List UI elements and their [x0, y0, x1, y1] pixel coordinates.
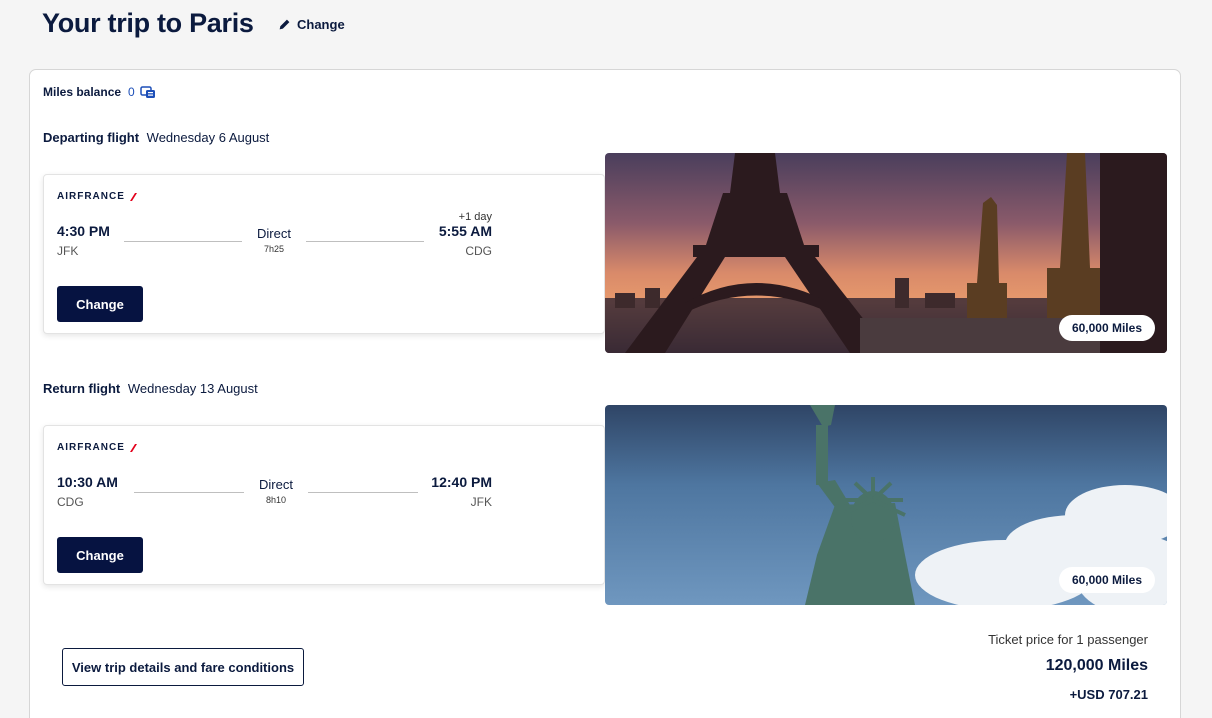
return-flight-title: Return flight: [43, 381, 121, 396]
flight-duration: 8h10: [265, 495, 287, 505]
route-line-right: [308, 492, 418, 493]
change-trip-label: Change: [297, 17, 345, 32]
arrival-airport: JFK: [470, 495, 492, 509]
airline-name: AIRFRANCE: [57, 442, 125, 453]
total-usd: +USD 707.21: [1069, 687, 1148, 702]
airline-name: AIRFRANCE: [57, 191, 125, 202]
air-france-stripe-icon: [129, 192, 137, 201]
trip-summary-card: Miles balance 0 Departing flight Wednesd…: [29, 69, 1181, 718]
return-flight-card: AIRFRANCE 10:30 AM CDG Direct 8h10 12:40…: [43, 425, 605, 585]
departure-airport: JFK: [57, 244, 79, 258]
return-flight-heading: Return flight Wednesday 13 August: [43, 381, 258, 396]
air-france-logo: AIRFRANCE: [57, 191, 137, 202]
arrival-airport: CDG: [465, 244, 492, 258]
departing-flight-date: Wednesday 6 August: [146, 130, 270, 145]
departing-flight-title: Departing flight: [43, 130, 140, 145]
page-title: Your trip to Paris: [42, 8, 254, 38]
total-miles: 120,000 Miles: [1045, 657, 1148, 674]
stops-label: Direct: [257, 226, 291, 241]
departing-flight-heading: Departing flight Wednesday 6 August: [43, 130, 269, 145]
arrival-time: 5:55 AM: [438, 223, 492, 239]
route-line-left: [134, 492, 244, 493]
change-departing-flight-button[interactable]: Change: [57, 286, 143, 322]
route-line-right: [306, 241, 424, 242]
return-flight-date: Wednesday 13 August: [127, 381, 258, 396]
miles-balance: Miles balance 0: [43, 85, 156, 99]
departure-time: 10:30 AM: [57, 474, 118, 490]
departure-airport: CDG: [57, 495, 84, 509]
air-france-stripe-icon: [129, 443, 137, 452]
air-france-logo: AIRFRANCE: [57, 442, 137, 453]
flying-blue-icon: [139, 86, 155, 98]
plus-day-indicator: +1 day: [458, 211, 492, 223]
ticket-price-label: Ticket price for 1 passenger: [988, 632, 1148, 647]
miles-balance-label: Miles balance: [43, 85, 122, 99]
route-line-left: [124, 241, 242, 242]
arrival-time: 12:40 PM: [431, 474, 492, 490]
miles-balance-value: 0: [128, 85, 135, 99]
pencil-icon: [279, 19, 290, 30]
paris-destination-image: 60,000 Miles: [605, 153, 1167, 353]
stops-label: Direct: [259, 477, 293, 492]
departing-miles-badge: 60,000 Miles: [1058, 315, 1155, 341]
departure-time: 4:30 PM: [57, 223, 110, 239]
new-york-destination-image: 60,000 Miles: [605, 405, 1167, 605]
change-return-flight-button[interactable]: Change: [57, 537, 143, 573]
view-trip-details-button[interactable]: View trip details and fare conditions: [62, 648, 304, 686]
return-miles-badge: 60,000 Miles: [1058, 567, 1155, 593]
flight-duration: 7h25: [263, 244, 285, 254]
departing-flight-card: AIRFRANCE 4:30 PM JFK Direct 7h25 +1 day…: [43, 174, 605, 334]
change-trip-button[interactable]: Change: [278, 17, 345, 32]
